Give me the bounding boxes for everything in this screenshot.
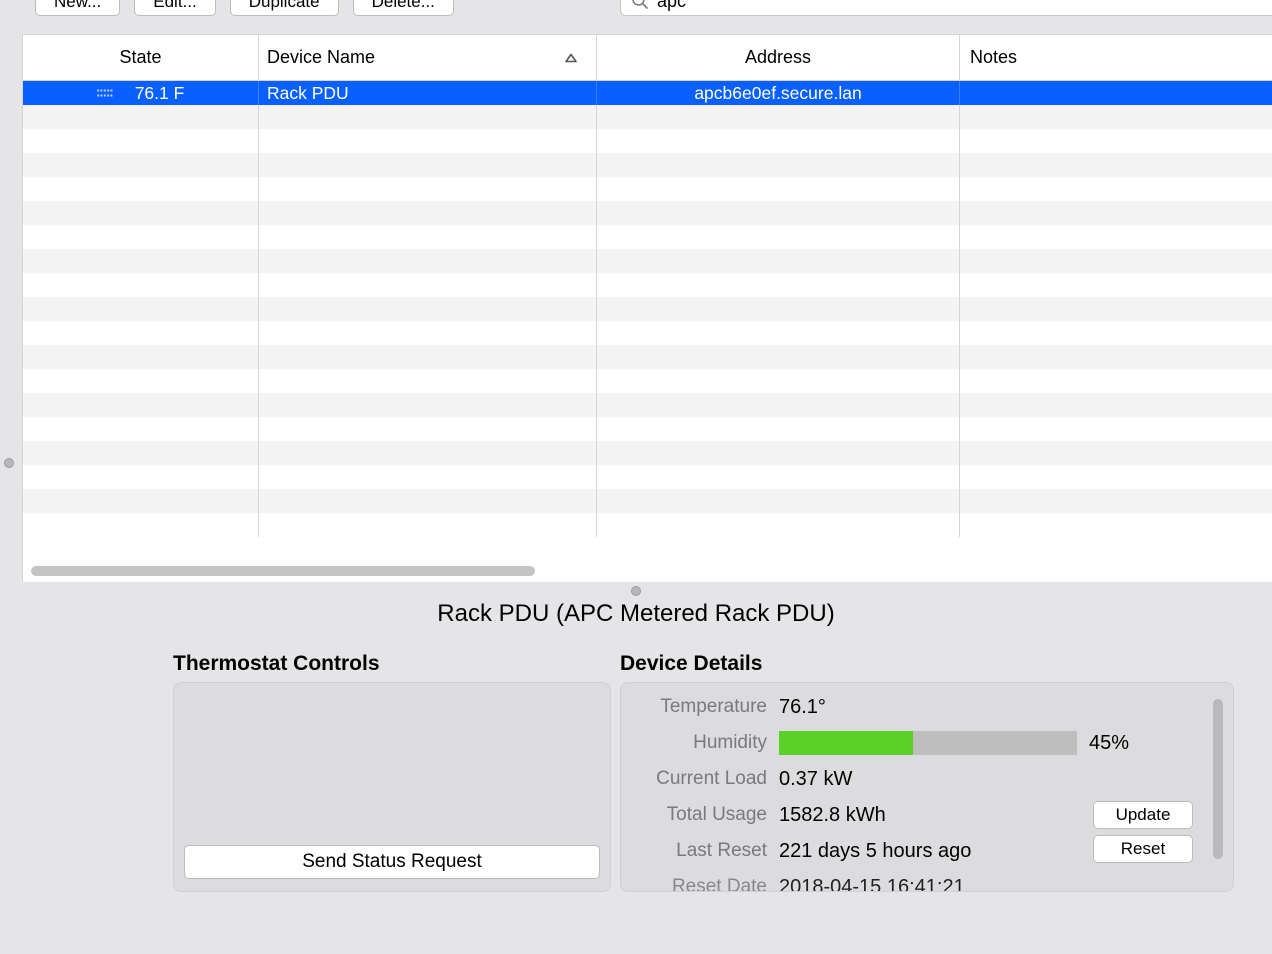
table-row[interactable] (23, 489, 1272, 513)
column-header-state[interactable]: State (23, 35, 259, 80)
device-table: State Device Name Address Notes ▪▪▪▪▪▪▪▪… (22, 34, 1272, 582)
search-field[interactable] (620, 0, 1272, 16)
drag-handle-icon: ▪▪▪▪▪▪▪▪▪▪ (97, 88, 135, 98)
detail-row-humidity: Humidity 45% (621, 725, 1233, 761)
detail-side-buttons: Update Reset (1093, 801, 1193, 863)
table-row[interactable] (23, 249, 1272, 273)
edit-button[interactable]: Edit... (134, 0, 215, 16)
cell-address: apcb6e0ef.secure.lan (597, 81, 960, 105)
detail-row-current-load: Current Load 0.37 kW (621, 761, 1233, 797)
table-row[interactable] (23, 345, 1272, 369)
detail-label: Temperature (621, 696, 779, 718)
table-row[interactable] (23, 321, 1272, 345)
table-row[interactable] (23, 201, 1272, 225)
table-row[interactable] (23, 441, 1272, 465)
table-row[interactable] (23, 129, 1272, 153)
reset-button[interactable]: Reset (1093, 835, 1193, 863)
column-header-label: Device Name (267, 47, 375, 68)
device-details-panel: Temperature 76.1° Humidity 45% Current L… (620, 682, 1234, 892)
last-reset-value: 221 days 5 hours ago (779, 840, 971, 863)
state-value: 76.1 F (135, 83, 185, 104)
cell-state: ▪▪▪▪▪▪▪▪▪▪ 76.1 F (23, 81, 259, 105)
table-row[interactable] (23, 273, 1272, 297)
table-row[interactable] (23, 417, 1272, 441)
reset-date-value: 2018-04-15 16:41:21 (779, 876, 965, 893)
table-row[interactable] (23, 297, 1272, 321)
detail-label: Last Reset (621, 840, 779, 862)
cell-device-name: Rack PDU (259, 81, 597, 105)
column-header-notes[interactable]: Notes (960, 35, 1272, 80)
search-input[interactable] (657, 0, 1272, 12)
column-header-address[interactable]: Address (597, 35, 960, 80)
splitter-handle-icon[interactable] (631, 586, 641, 596)
new-button[interactable]: New... (35, 0, 120, 16)
current-load-value: 0.37 kW (779, 768, 852, 791)
delete-button[interactable]: Delete... (353, 0, 454, 16)
table-body: ▪▪▪▪▪▪▪▪▪▪ 76.1 F Rack PDU apcb6e0ef.sec… (23, 81, 1272, 537)
horizontal-scrollbar[interactable] (31, 564, 1264, 578)
duplicate-button[interactable]: Duplicate (230, 0, 339, 16)
table-header-row: State Device Name Address Notes (23, 35, 1272, 81)
thermostat-section-label: Thermostat Controls (173, 652, 380, 676)
sort-ascending-icon (564, 47, 578, 68)
detail-row-reset-date: Reset Date 2018-04-15 16:41:21 (621, 869, 1233, 892)
detail-label: Total Usage (621, 804, 779, 826)
toolbar: New... Edit... Duplicate Delete... (35, 0, 454, 16)
splitter-handle-icon[interactable] (4, 458, 14, 468)
table-row[interactable] (23, 177, 1272, 201)
send-status-request-button[interactable]: Send Status Request (184, 845, 600, 879)
total-usage-value: 1582.8 kWh (779, 804, 886, 827)
table-row[interactable] (23, 465, 1272, 489)
table-row[interactable] (23, 105, 1272, 129)
column-header-device-name[interactable]: Device Name (259, 35, 597, 80)
temperature-value: 76.1° (779, 696, 826, 719)
vertical-scroll-thumb[interactable] (1213, 699, 1223, 859)
thermostat-panel: Send Status Request (173, 682, 611, 892)
table-row[interactable] (23, 393, 1272, 417)
horizontal-scroll-thumb[interactable] (31, 566, 535, 576)
detail-row-temperature: Temperature 76.1° (621, 689, 1233, 725)
detail-label: Current Load (621, 768, 779, 790)
detail-label: Reset Date (621, 876, 779, 892)
table-row[interactable]: ▪▪▪▪▪▪▪▪▪▪ 76.1 F Rack PDU apcb6e0ef.sec… (23, 81, 1272, 105)
detail-label: Humidity (621, 732, 779, 754)
humidity-fill (779, 731, 913, 755)
table-row[interactable] (23, 225, 1272, 249)
table-row[interactable] (23, 513, 1272, 537)
vertical-scrollbar[interactable] (1211, 693, 1225, 881)
humidity-value: 45% (1089, 732, 1129, 755)
search-icon (631, 0, 649, 10)
table-row[interactable] (23, 369, 1272, 393)
device-details-section-label: Device Details (620, 652, 762, 676)
cell-notes (960, 81, 1272, 105)
update-button[interactable]: Update (1093, 801, 1193, 829)
humidity-bar (779, 731, 1077, 755)
table-row[interactable] (23, 153, 1272, 177)
detail-title: Rack PDU (APC Metered Rack PDU) (0, 600, 1272, 628)
